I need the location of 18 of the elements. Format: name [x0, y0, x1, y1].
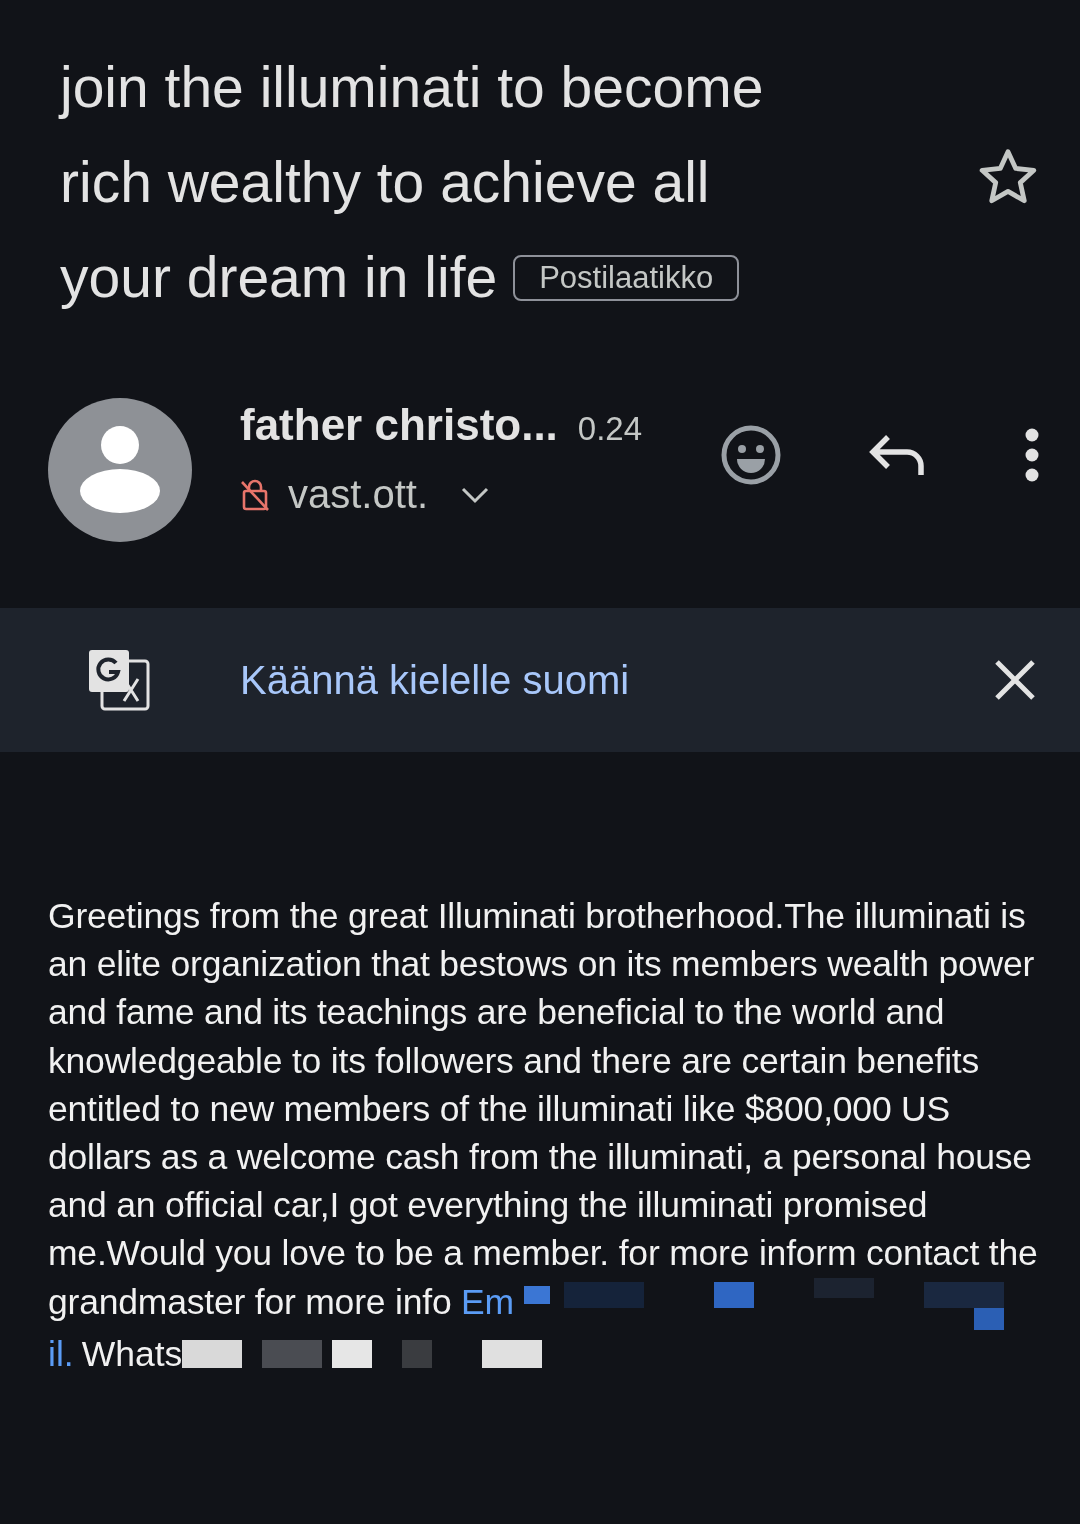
close-icon[interactable] [994, 659, 1036, 701]
email-subject-line: join the illuminati to become [60, 54, 764, 121]
smiley-icon[interactable] [720, 424, 782, 486]
translate-link[interactable]: Käännä kielelle suomi [240, 657, 630, 703]
lock-off-icon [240, 477, 270, 512]
sent-time: 0.24 [577, 410, 643, 448]
more-options-icon[interactable] [1024, 428, 1040, 482]
reply-icon[interactable] [868, 433, 926, 477]
translate-icon [88, 649, 150, 711]
email-link[interactable]: Em [461, 1281, 514, 1322]
email-subject-line: your dream in life [60, 244, 498, 311]
email-subject-line: rich wealthy to achieve all [60, 149, 710, 216]
recipient-label: vast.ott. [288, 472, 429, 517]
sender-name: father christo... [240, 400, 558, 450]
inbox-label[interactable]: Postilaatikko [513, 254, 740, 301]
email-link[interactable]: il. [48, 1333, 74, 1375]
avatar-icon[interactable] [48, 398, 192, 542]
whatsapp-label: Whats [81, 1333, 183, 1375]
